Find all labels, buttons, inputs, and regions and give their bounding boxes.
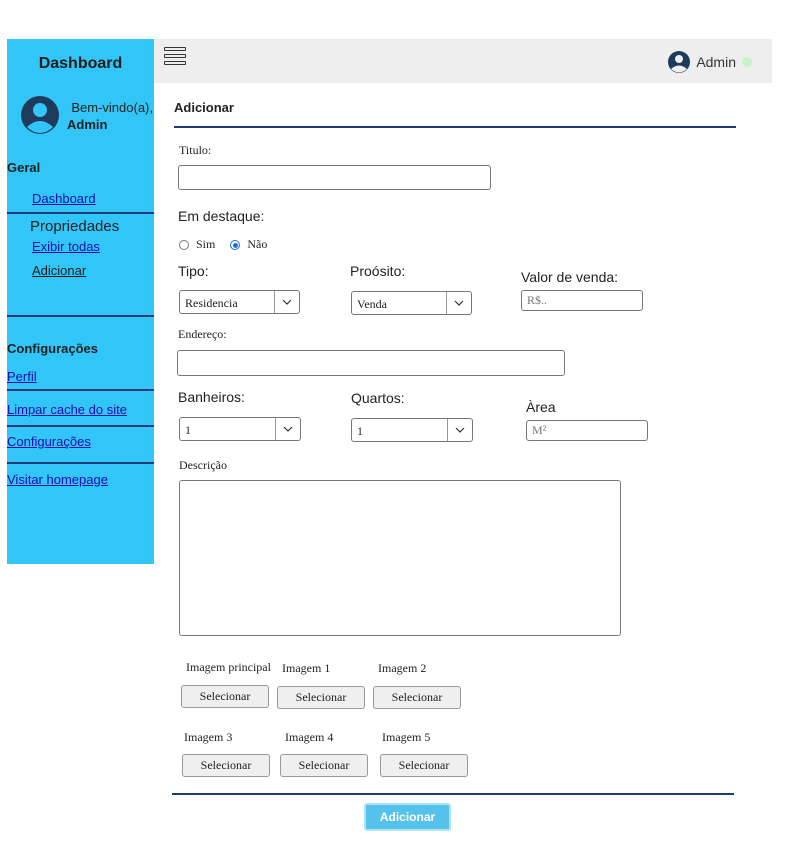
imagem-1-label: Imagem 1 <box>282 661 331 675</box>
section-geral: Geral <box>7 160 41 175</box>
tipo-select-value: Residencia <box>185 296 238 310</box>
sidebar-divider <box>7 462 154 464</box>
proposito-select-value: Venda <box>357 297 387 311</box>
imagem-5-label: Imagem 5 <box>382 730 431 744</box>
tipo-select[interactable]: Residencia <box>179 290 300 314</box>
welcome-text: Bem-vindo(a), Admin <box>63 99 153 133</box>
top-bar: Admin <box>154 39 772 83</box>
descricao-textarea[interactable] <box>179 480 621 636</box>
selecionar-imagem-principal-button[interactable]: Selecionar <box>181 685 269 708</box>
quartos-select[interactable]: 1 <box>351 418 473 442</box>
hamburger-menu-icon[interactable] <box>164 47 188 73</box>
sidebar: Dashboard Bem-vindo(a), Admin Geral Dash… <box>7 39 154 564</box>
sidebar-item-configuracoes[interactable]: Configurações <box>7 434 91 449</box>
chevron-down-icon <box>446 292 471 314</box>
sidebar-item-exibir-todas[interactable]: Exibir todas <box>32 239 100 254</box>
endereco-input[interactable] <box>177 350 565 376</box>
user-name: Admin <box>696 54 736 70</box>
adicionar-submit-button[interactable]: Adicionar <box>364 803 451 831</box>
radio-nao[interactable] <box>230 240 241 251</box>
chevron-down-icon <box>274 291 299 313</box>
valor-label: Valor de venda: <box>521 269 619 285</box>
selecionar-imagem-5-button[interactable]: Selecionar <box>380 754 468 777</box>
endereco-label: Endereço: <box>178 327 227 341</box>
quartos-select-value: 1 <box>357 424 363 438</box>
sidebar-item-adicionar[interactable]: Adicionar <box>32 263 86 278</box>
imagem-4-label: Imagem 4 <box>285 730 334 744</box>
welcome-greeting: Bem-vindo(a), <box>71 100 153 115</box>
section-configuracoes: Configurações <box>7 341 99 356</box>
sidebar-item-perfil[interactable]: Perfil <box>7 369 37 384</box>
banheiros-select-value: 1 <box>185 423 191 437</box>
imagem-3-label: Imagem 3 <box>184 730 233 744</box>
sidebar-divider <box>7 315 154 317</box>
area-label: Àrea <box>526 399 556 415</box>
tipo-label: Tipo: <box>178 263 209 279</box>
user-avatar-icon <box>668 51 691 73</box>
sidebar-divider <box>7 212 154 214</box>
area-input[interactable] <box>526 420 648 441</box>
descricao-label: Descrição <box>179 458 227 472</box>
chevron-down-icon <box>447 419 472 441</box>
radio-nao-label: Não <box>247 237 268 251</box>
banheiros-select[interactable]: 1 <box>179 417 301 441</box>
valor-input[interactable] <box>521 290 643 311</box>
titulo-input[interactable] <box>178 165 491 190</box>
selecionar-imagem-2-button[interactable]: Selecionar <box>373 686 461 709</box>
destaque-label: Em destaque: <box>178 208 265 224</box>
titulo-label: Titulo: <box>179 143 212 157</box>
page-title: Adicionar <box>174 100 234 115</box>
sidebar-divider <box>7 425 154 427</box>
radio-sim-label: Sim <box>196 237 216 251</box>
sidebar-divider <box>7 389 154 391</box>
selecionar-imagem-1-button[interactable]: Selecionar <box>277 686 365 709</box>
sidebar-item-visitar-homepage[interactable]: Visitar homepage <box>7 472 108 487</box>
sidebar-item-limpar-cache[interactable]: Limpar cache do site <box>7 402 127 417</box>
user-menu[interactable]: Admin <box>668 51 752 73</box>
sidebar-group-propriedades: Propriedades <box>30 218 120 235</box>
proposito-label: Proósito: <box>350 263 406 279</box>
chevron-down-icon <box>275 418 300 440</box>
online-status-icon <box>742 57 752 67</box>
sidebar-title: Dashboard <box>38 55 123 72</box>
banheiros-label: Banheiros: <box>178 389 245 405</box>
imagem-2-label: Imagem 2 <box>378 661 427 675</box>
header-divider <box>174 126 736 128</box>
footer-divider <box>172 793 734 795</box>
proposito-select[interactable]: Venda <box>351 291 472 315</box>
imagem-principal-label: Imagem principal <box>186 660 271 674</box>
selecionar-imagem-4-button[interactable]: Selecionar <box>280 754 368 777</box>
user-avatar-icon <box>21 96 59 134</box>
selecionar-imagem-3-button[interactable]: Selecionar <box>182 754 270 777</box>
destaque-radio-group: Sim Não <box>179 237 267 252</box>
radio-sim[interactable] <box>179 240 189 251</box>
quartos-label: Quartos: <box>351 390 405 406</box>
sidebar-item-dashboard[interactable]: Dashboard <box>32 191 96 206</box>
welcome-username: Admin <box>67 117 108 132</box>
